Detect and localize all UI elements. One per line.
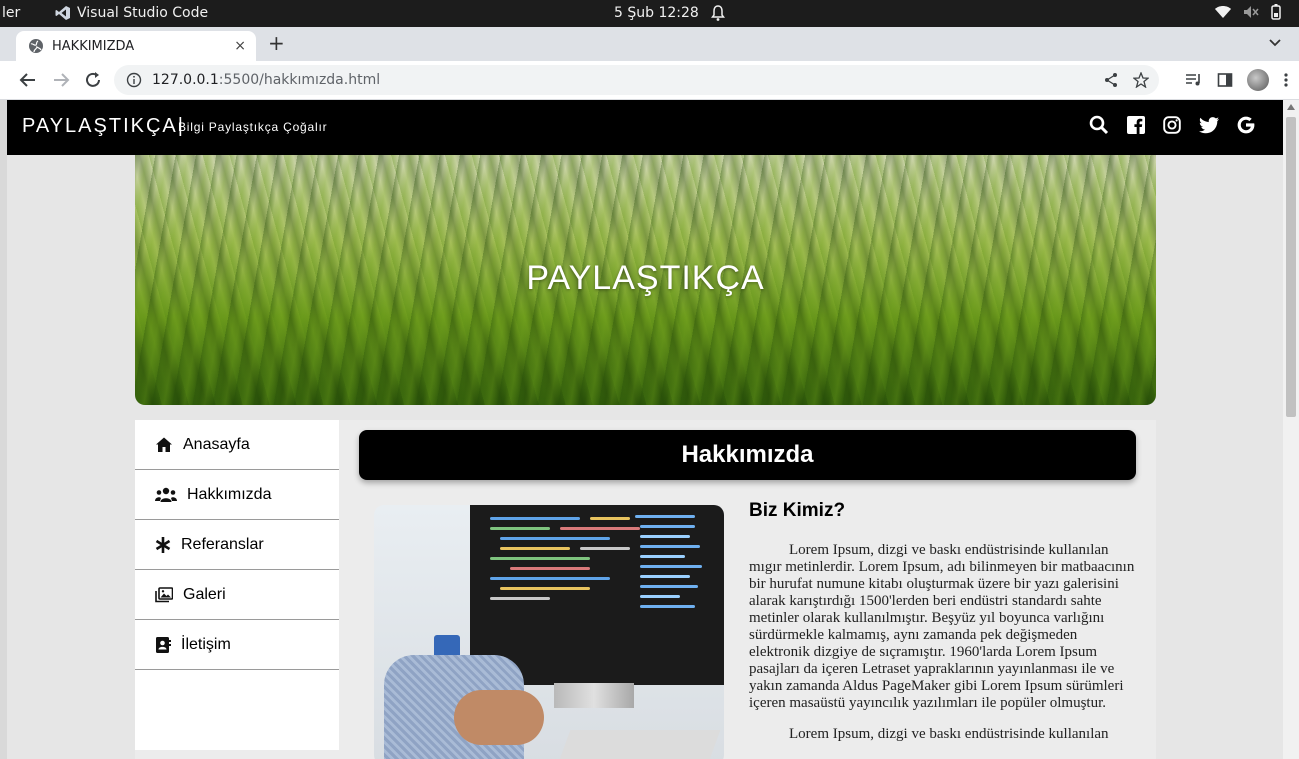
keyboard bbox=[557, 730, 721, 759]
page-scrollbar[interactable] bbox=[1283, 100, 1299, 759]
asterisk-icon bbox=[155, 536, 171, 553]
toolbar-right bbox=[1185, 69, 1289, 91]
bell-icon[interactable] bbox=[710, 4, 726, 22]
clock[interactable]: 5 Şub 12:28 bbox=[614, 5, 699, 21]
sidebar-item-label: Galeri bbox=[183, 585, 226, 603]
app-name: Visual Studio Code bbox=[77, 5, 209, 21]
globe-icon bbox=[29, 39, 43, 53]
scrollbar-thumb[interactable] bbox=[1286, 117, 1296, 417]
profile-avatar[interactable] bbox=[1247, 69, 1269, 91]
url-text[interactable]: 127.0.0.1:5500/hakkımızda.html bbox=[152, 72, 380, 88]
info-icon[interactable] bbox=[126, 72, 142, 88]
tab-strip: HAKKIMIZDA × + bbox=[0, 27, 1299, 61]
battery-icon bbox=[1271, 4, 1281, 20]
new-tab-button[interactable]: + bbox=[268, 31, 285, 55]
more-vertical-icon[interactable] bbox=[1283, 72, 1289, 88]
scroll-up-arrow-icon[interactable] bbox=[1287, 104, 1295, 110]
wifi-icon bbox=[1215, 6, 1231, 18]
active-app[interactable]: Visual Studio Code bbox=[55, 5, 208, 21]
sidebar-item-galeri[interactable]: Galeri bbox=[135, 570, 339, 620]
reload-icon[interactable] bbox=[83, 70, 103, 90]
sidebar-item-hakkimizda[interactable]: Hakkımızda bbox=[135, 470, 339, 520]
omnibox-actions bbox=[1103, 72, 1149, 88]
sidebar-spacer bbox=[135, 670, 339, 750]
site-tagline: Bilgi Paylaştıkça Çoğalır bbox=[178, 120, 328, 134]
activities-label[interactable]: ler bbox=[2, 5, 20, 21]
tab-hakkimizda[interactable]: HAKKIMIZDA × bbox=[16, 31, 256, 61]
site-brand[interactable]: PAYLAŞTIKÇA| bbox=[22, 115, 185, 138]
tab-title: HAKKIMIZDA bbox=[52, 38, 135, 54]
back-arrow-icon[interactable] bbox=[18, 70, 38, 90]
google-icon[interactable] bbox=[1237, 116, 1255, 134]
sidebar-item-label: İletişim bbox=[181, 635, 231, 653]
sidebar-item-label: Hakkımızda bbox=[187, 485, 272, 503]
social-links bbox=[1089, 115, 1255, 135]
bookmark-star-icon[interactable] bbox=[1133, 72, 1149, 88]
twitter-icon[interactable] bbox=[1199, 116, 1219, 134]
article-heading: Biz Kimiz? bbox=[749, 500, 846, 521]
system-tray[interactable] bbox=[1215, 4, 1281, 20]
sidebar-item-anasayfa[interactable]: Anasayfa bbox=[135, 420, 339, 470]
instagram-icon[interactable] bbox=[1163, 116, 1181, 134]
sidebar-item-label: Referanslar bbox=[181, 535, 264, 553]
chevron-down-icon[interactable] bbox=[1267, 34, 1283, 50]
contact-book-icon bbox=[156, 636, 171, 653]
side-panel-icon[interactable] bbox=[1217, 72, 1233, 88]
sidebar-item-label: Anasayfa bbox=[183, 435, 250, 453]
users-icon bbox=[155, 487, 177, 502]
volume-muted-icon bbox=[1244, 6, 1259, 18]
share-icon[interactable] bbox=[1103, 72, 1119, 88]
close-tab-icon[interactable]: × bbox=[234, 38, 246, 54]
sidebar-menu: Anasayfa Hakkımızda Referanslar Galeri İ… bbox=[135, 420, 339, 750]
browser-toolbar: 127.0.0.1:5500/hakkımızda.html bbox=[0, 61, 1299, 100]
home-icon bbox=[156, 437, 172, 452]
site-navbar: PAYLAŞTIKÇA| Bilgi Paylaştıkça Çoğalır bbox=[7, 100, 1283, 155]
hero-banner: PAYLAŞTIKÇA bbox=[135, 155, 1156, 405]
address-bar[interactable]: 127.0.0.1:5500/hakkımızda.html bbox=[114, 65, 1159, 95]
article-paragraph: Lorem Ipsum, dizgi ve baskı endüstrisind… bbox=[789, 726, 1109, 742]
images-icon bbox=[155, 586, 173, 602]
url-path: :5500/hakkımızda.html bbox=[218, 72, 381, 88]
page-viewport: PAYLAŞTIKÇA| Bilgi Paylaştıkça Çoğalır P… bbox=[7, 100, 1283, 759]
sidebar-item-referanslar[interactable]: Referanslar bbox=[135, 520, 339, 570]
monitor-stand bbox=[554, 683, 634, 708]
media-controls-icon[interactable] bbox=[1185, 72, 1203, 88]
about-photo bbox=[374, 505, 724, 759]
url-host: 127.0.0.1 bbox=[152, 72, 219, 88]
person-hand bbox=[454, 690, 544, 745]
article-paragraph: Lorem Ipsum, dizgi ve baskı endüstrisind… bbox=[749, 542, 1135, 711]
vscode-icon bbox=[55, 6, 70, 20]
os-top-bar: ler Visual Studio Code 5 Şub 12:28 bbox=[0, 0, 1299, 27]
sidebar-item-iletisim[interactable]: İletişim bbox=[135, 620, 339, 670]
search-icon[interactable] bbox=[1089, 115, 1109, 135]
hero-title: PAYLAŞTIKÇA bbox=[526, 259, 765, 297]
content-card: Anasayfa Hakkımızda Referanslar Galeri İ… bbox=[135, 420, 1156, 759]
section-title: Hakkımızda bbox=[359, 430, 1136, 480]
facebook-icon[interactable] bbox=[1127, 116, 1145, 134]
article: Biz Kimiz? Lorem Ipsum, dizgi ve baskı e… bbox=[749, 500, 1139, 757]
forward-arrow-icon[interactable] bbox=[51, 70, 71, 90]
